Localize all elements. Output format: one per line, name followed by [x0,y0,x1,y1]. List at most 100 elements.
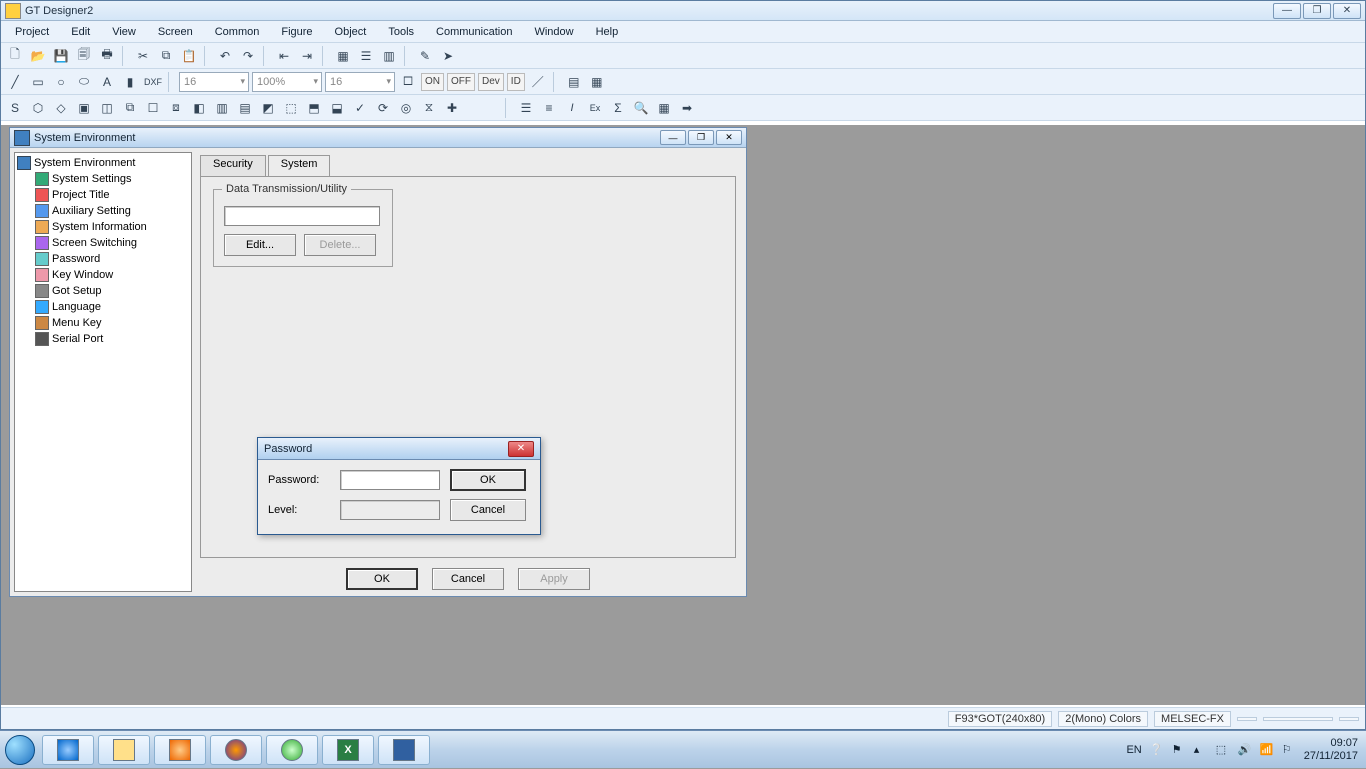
pointer-icon[interactable]: ➤ [438,46,458,66]
cut-icon[interactable]: ✂ [133,46,153,66]
text-icon[interactable]: A [97,72,117,92]
sysenv-apply-button[interactable]: Apply [518,568,590,590]
copy-icon[interactable]: ⧉ [156,46,176,66]
help-icon[interactable]: ❔ [1150,743,1164,757]
sigma-icon[interactable]: Σ [608,98,628,118]
fillcolor-icon[interactable]: 🞏 [398,72,418,92]
menu-help[interactable]: Help [586,24,629,40]
off-label[interactable]: OFF [447,73,475,91]
paste-icon[interactable]: 📋 [179,46,199,66]
t3-18-icon[interactable]: ◎ [396,98,416,118]
circle-icon[interactable]: ○ [51,72,71,92]
ex-icon[interactable]: Ex [585,98,605,118]
tree-item-got-setup[interactable]: Got Setup [35,283,189,299]
dev-label[interactable]: Dev [478,73,504,91]
menu-common[interactable]: Common [205,24,270,40]
password-cancel-button[interactable]: Cancel [450,499,526,521]
network-icon[interactable]: 📶 [1260,743,1274,757]
italic-icon[interactable]: I [562,98,582,118]
rect-icon[interactable]: ▭ [28,72,48,92]
task-media[interactable] [154,735,206,765]
minimize-button[interactable]: — [1273,3,1301,19]
close-button[interactable]: ✕ [1333,3,1361,19]
sysenv-maximize-button[interactable]: ❐ [688,130,714,145]
linecolor-icon[interactable]: ／ [528,72,548,92]
val3-dropdown[interactable]: 16 [325,72,395,92]
tree-item-password[interactable]: Password [35,251,189,267]
dxf-icon[interactable]: DXF [143,72,163,92]
task-explorer[interactable] [98,735,150,765]
tree-root[interactable]: System Environment [17,155,189,171]
tree-item-key-window[interactable]: Key Window [35,267,189,283]
find-icon[interactable]: 🔍 [631,98,651,118]
new-icon[interactable]: 🗋 [5,46,25,66]
menu-project[interactable]: Project [5,24,59,40]
t3-20-icon[interactable]: ✚ [442,98,462,118]
password-ok-button[interactable]: OK [450,469,526,491]
flag-icon[interactable]: ⚑ [1172,743,1186,757]
align-center-icon[interactable]: ≡ [539,98,559,118]
delete-button[interactable]: Delete... [304,234,376,256]
t3-8-icon[interactable]: ⧈ [166,98,186,118]
t3-15-icon[interactable]: ⬓ [327,98,347,118]
open-icon[interactable]: 📂 [28,46,48,66]
t3-12-icon[interactable]: ◩ [258,98,278,118]
t3-5-icon[interactable]: ◫ [97,98,117,118]
tab-system[interactable]: System [268,155,331,177]
pencil-icon[interactable]: ✎ [415,46,435,66]
tree-item-language[interactable]: Language [35,299,189,315]
ellipse-icon[interactable]: ⬭ [74,72,94,92]
sysenv-close-button[interactable]: ✕ [716,130,742,145]
maximize-button[interactable]: ❐ [1303,3,1331,19]
menu-figure[interactable]: Figure [271,24,322,40]
undo-icon[interactable]: ↶ [215,46,235,66]
t3-13-icon[interactable]: ⬚ [281,98,301,118]
tree-item-screen-switching[interactable]: Screen Switching [35,235,189,251]
t3-2-icon[interactable]: ⬡ [28,98,48,118]
tray-lang[interactable]: EN [1126,744,1141,756]
tree-item-system-information[interactable]: System Information [35,219,189,235]
togg-icon[interactable]: ▦ [654,98,674,118]
start-button[interactable] [0,731,40,769]
task-app1[interactable] [266,735,318,765]
tree-item-project-title[interactable]: Project Title [35,187,189,203]
t3-3-icon[interactable]: ◇ [51,98,71,118]
task-excel[interactable]: X [322,735,374,765]
align-left-icon[interactable]: ☰ [516,98,536,118]
t3-17-icon[interactable]: ⟳ [373,98,393,118]
chevron-up-icon[interactable]: ▴ [1194,743,1208,757]
volume-icon[interactable]: 🔊 [1238,743,1252,757]
sysenv-minimize-button[interactable]: — [660,130,686,145]
id-label[interactable]: ID [507,73,525,91]
task-gtdesigner[interactable] [378,735,430,765]
t3-4-icon[interactable]: ▣ [74,98,94,118]
fontsize-dropdown[interactable]: 16 [179,72,249,92]
t3-9-icon[interactable]: ◧ [189,98,209,118]
grid-icon[interactable]: ▦ [333,46,353,66]
sysenv-titlebar[interactable]: System Environment — ❐ ✕ [10,128,746,148]
preview1-icon[interactable]: ▤ [564,72,584,92]
tree-item-system-settings[interactable]: System Settings [35,171,189,187]
on-label[interactable]: ON [421,73,444,91]
t3-10-icon[interactable]: ▥ [212,98,232,118]
sysenv-cancel-button[interactable]: Cancel [432,568,504,590]
redo-icon[interactable]: ↷ [238,46,258,66]
edit-button[interactable]: Edit... [224,234,296,256]
t3-6-icon[interactable]: ⧉ [120,98,140,118]
password-titlebar[interactable]: Password ✕ [258,438,540,460]
t3-11-icon[interactable]: ▤ [235,98,255,118]
tree-item-serial-port[interactable]: Serial Port [35,331,189,347]
saveall-icon[interactable]: 🗐 [74,46,94,66]
save-icon[interactable]: 💾 [51,46,71,66]
arrow-left-icon[interactable]: ⇤ [274,46,294,66]
palette-icon[interactable]: ▥ [379,46,399,66]
menu-object[interactable]: Object [325,24,377,40]
tray-icon-1[interactable]: ⬚ [1216,743,1230,757]
zoom-dropdown[interactable]: 100% [252,72,322,92]
password-input[interactable] [340,470,440,490]
print-icon[interactable]: 🖶 [97,46,117,66]
t3-16-icon[interactable]: ✓ [350,98,370,118]
menu-view[interactable]: View [102,24,146,40]
preview2-icon[interactable]: ▦ [587,72,607,92]
t3-14-icon[interactable]: ⬒ [304,98,324,118]
